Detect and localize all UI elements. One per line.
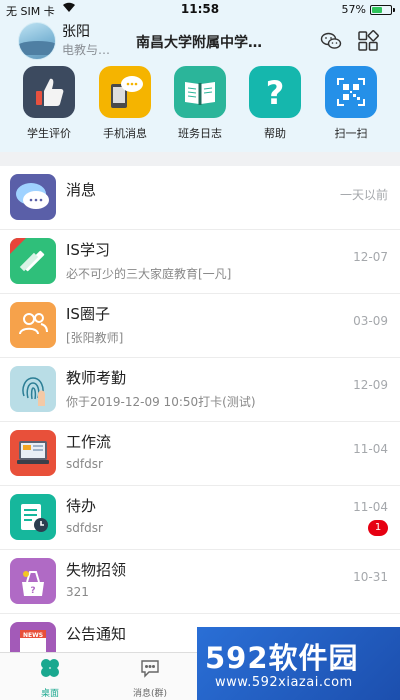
list-item-date: 03-09 [353, 314, 388, 328]
desktop-icon [39, 659, 61, 683]
grid-menu-icon[interactable] [357, 30, 379, 52]
list-item-lost-found[interactable]: ? 失物招领 321 10-31 [0, 550, 400, 614]
quick-action-label: 班务日志 [178, 127, 222, 140]
wechat-icon[interactable] [320, 30, 342, 52]
list-item-subtitle: [张阳教师] [66, 331, 124, 345]
watermark-logo: 592软件园 [205, 641, 359, 675]
school-name[interactable]: 南昌大学附属中学… [136, 32, 262, 52]
svg-text:?: ? [266, 74, 285, 112]
list-item-is-circle[interactable]: IS圈子 [张阳教师] 03-09 [0, 294, 400, 358]
pencil-ruler-icon [10, 238, 56, 284]
list-item-title: 待办 [66, 497, 97, 515]
phone-chat-icon [99, 66, 151, 118]
unread-badge: 1 [368, 520, 388, 536]
list-item-title: IS学习 [66, 241, 110, 259]
list-item-title: 消息 [66, 181, 97, 199]
list-item-workflow[interactable]: 工作流 sdfdsr 11-04 [0, 422, 400, 486]
list-item-date: 12-07 [353, 250, 388, 264]
list-item-date: 一天以前 [339, 188, 388, 202]
site-watermark: 592软件园 www.592xiazai.com [197, 627, 400, 700]
list-item-subtitle: 321 [66, 585, 89, 599]
list-item-title: 工作流 [66, 433, 112, 451]
list-item-subtitle: 你于2019-12-09 10:50打卡(测试) [66, 395, 256, 409]
user-name[interactable]: 张阳 [62, 21, 90, 41]
user-department: 电教与… [62, 43, 111, 57]
lost-found-icon: ? [10, 558, 56, 604]
workflow-icon [10, 430, 56, 476]
message-icon [139, 660, 161, 683]
list-item-title: IS圈子 [66, 305, 110, 323]
list-item-title: 公告通知 [66, 625, 127, 643]
status-bar: 无 SIM 卡 11:58 57% [0, 0, 400, 20]
list-item-date: 11-04 [353, 442, 388, 456]
list-item-teacher-attendance[interactable]: 教师考勤 你于2019-12-09 10:50打卡(测试) 12-09 [0, 358, 400, 422]
watermark-url: www.592xiazai.com [215, 675, 353, 690]
battery-indicator: 57% [341, 3, 395, 16]
battery-icon [370, 4, 395, 15]
list-item-messages[interactable]: 消息 一天以前 [0, 166, 400, 230]
avatar[interactable] [18, 22, 56, 60]
svg-text:?: ? [30, 586, 35, 596]
list-item-is-learning[interactable]: IS学习 必不可少的三大家庭教育[一凡] 12-07 [0, 230, 400, 294]
quick-action-student-eval[interactable]: 学生评价 [11, 66, 87, 141]
quick-action-scan[interactable]: 扫一扫 [313, 66, 389, 141]
quick-action-label: 手机消息 [103, 127, 147, 140]
tab-label: 桌面 [40, 689, 59, 699]
news-icon: NEWS [10, 622, 56, 652]
tab-label: 消息(群) [132, 689, 168, 699]
chat-bubble-icon [10, 174, 56, 220]
list-item-subtitle: sdfdsr [66, 521, 103, 535]
list-item-date: 10-31 [353, 570, 388, 584]
clock: 11:58 [180, 2, 220, 16]
svg-text:NEWS: NEWS [23, 632, 43, 639]
quick-action-label: 学生评价 [27, 127, 71, 140]
help-icon: ? [249, 66, 301, 118]
section-divider [0, 152, 400, 166]
quick-action-phone-message[interactable]: 手机消息 [87, 66, 163, 141]
list-item-subtitle: 必不可少的三大家庭教育[一凡] [66, 267, 232, 281]
quick-action-class-log[interactable]: 班务日志 [162, 66, 238, 141]
header: 无 SIM 卡 11:58 57% 张阳 电教与… 南昌大学附属中学… 学生评价… [0, 0, 400, 152]
battery-percent: 57% [341, 3, 366, 16]
quick-action-help[interactable]: ? 帮助 [237, 66, 313, 141]
qr-scan-icon [325, 66, 377, 118]
book-icon [174, 66, 226, 118]
list-item-date: 12-09 [353, 378, 388, 392]
tab-desktop[interactable]: 桌面 [0, 657, 100, 699]
fingerprint-icon [10, 366, 56, 412]
thumbs-up-icon [23, 66, 75, 118]
tab-messages[interactable]: 消息(群) [100, 657, 200, 699]
people-icon [10, 302, 56, 348]
list-item-title: 教师考勤 [66, 369, 127, 387]
quick-action-label: 扫一扫 [334, 127, 368, 140]
list-item-title: 失物招领 [66, 561, 127, 579]
todo-icon [10, 494, 56, 540]
list-item-subtitle: sdfdsr [66, 457, 103, 471]
quick-action-label: 帮助 [264, 127, 286, 140]
message-list: 消息 一天以前 IS学习 必不可少的三大家庭教育[一凡] 12-07 IS圈子 … [0, 166, 400, 652]
list-item-todo[interactable]: 待办 sdfdsr 11-04 1 [0, 486, 400, 550]
list-item-date: 11-04 [353, 500, 388, 514]
